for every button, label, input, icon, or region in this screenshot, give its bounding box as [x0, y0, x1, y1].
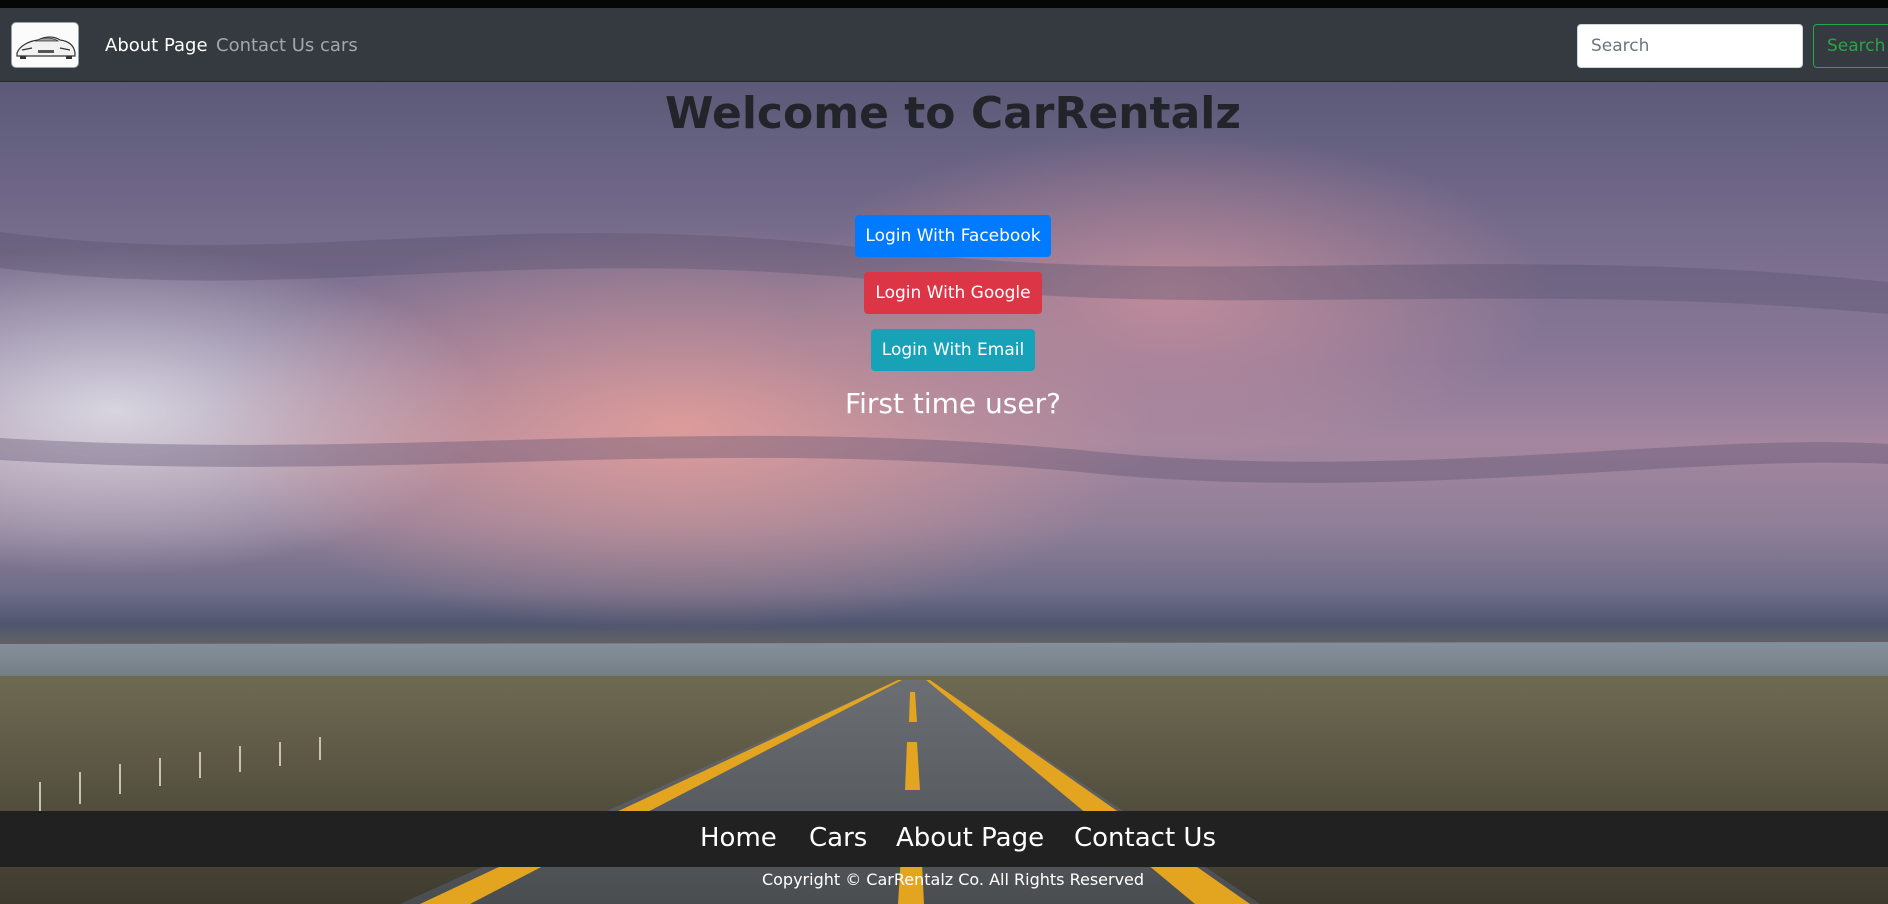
footer-link-home[interactable]: Home [700, 822, 777, 854]
nav-cars[interactable]: cars [320, 35, 358, 57]
hero-section: Welcome to CarRentalz Login With Faceboo… [0, 82, 1888, 904]
page-title: Welcome to CarRentalz [665, 88, 1241, 139]
first-time-user-link[interactable]: First time user? [0, 386, 1888, 422]
top-strip [0, 0, 1888, 8]
footer-link-contact-us[interactable]: Contact Us [1074, 822, 1216, 854]
brand-logo[interactable] [11, 22, 79, 68]
nav-contact-us[interactable]: Contact Us [216, 35, 314, 57]
search-button[interactable]: Search [1813, 24, 1888, 68]
navbar: About Page Contact Us cars Search [0, 8, 1888, 82]
sports-car-logo-icon [16, 36, 76, 59]
search-input[interactable] [1577, 24, 1803, 68]
background-landscape-image [0, 82, 1888, 904]
login-email-button[interactable]: Login With Email [871, 329, 1035, 371]
footer-link-about-page[interactable]: About Page [896, 822, 1044, 854]
login-google-button[interactable]: Login With Google [864, 272, 1042, 314]
footer-nav: Home Cars About Page Contact Us [0, 811, 1888, 867]
footer-link-cars[interactable]: Cars [809, 822, 867, 854]
copyright-text: Copyright © CarRentalz Co. All Rights Re… [761, 870, 1145, 889]
login-facebook-button[interactable]: Login With Facebook [855, 215, 1051, 257]
nav-about-page[interactable]: About Page [105, 35, 208, 57]
